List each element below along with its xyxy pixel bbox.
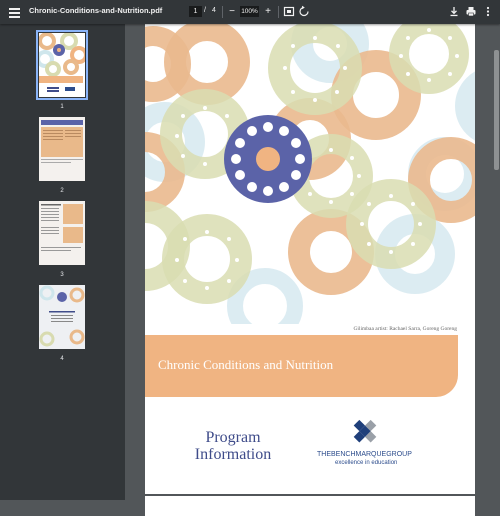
logo-wordmark: THEBENCHMARQUEGROUP — [317, 451, 412, 458]
thumbnail-page-3[interactable]: 3 — [39, 201, 85, 278]
thumbnail-sidebar: 1 2 3 4 — [0, 24, 125, 500]
artist-credit: Gilimbaa artist: Rachael Sarra, Goreng G… — [353, 326, 457, 332]
thumbnail-page-4[interactable]: 4 — [39, 285, 85, 362]
zoom-in-button[interactable]: + — [262, 5, 274, 18]
thumbnail-image — [39, 117, 85, 181]
thumbnail-number: 1 — [60, 104, 64, 110]
pdf-page-1: Gilimbaa artist: Rachael Sarra, Goreng G… — [145, 24, 475, 494]
scrollbar-thumb[interactable] — [494, 50, 499, 170]
print-icon[interactable] — [465, 5, 477, 18]
zoom-out-button[interactable]: − — [226, 5, 238, 18]
page-number-input[interactable]: 1 — [189, 6, 202, 17]
pdf-page-2 — [145, 496, 475, 516]
benchmarque-logo-mark — [353, 419, 377, 443]
rotate-icon[interactable] — [298, 5, 310, 18]
total-pages: 4 — [212, 7, 216, 14]
thumbnail-image — [36, 30, 88, 100]
thumbnail-image — [39, 201, 85, 265]
download-icon[interactable] — [448, 5, 460, 18]
thumbnail-page-1[interactable]: 1 — [36, 30, 88, 110]
thumbnail-number: 2 — [60, 188, 64, 194]
document-title: Chronic-Conditions-and-Nutrition.pdf — [29, 6, 163, 15]
toolbar-divider — [222, 6, 223, 18]
pdf-toolbar: Chronic-Conditions-and-Nutrition.pdf 1 /… — [0, 0, 500, 24]
thumbnail-page-2[interactable]: 2 — [39, 117, 85, 194]
more-options-icon[interactable] — [482, 5, 494, 18]
document-scrollbar[interactable] — [492, 24, 500, 500]
thumbnail-number: 4 — [60, 356, 64, 362]
thumbnail-number: 3 — [60, 272, 64, 278]
page-separator: / — [204, 7, 206, 14]
program-heading-line2: Information — [194, 446, 272, 463]
program-heading-line1: Program — [205, 429, 261, 446]
toolbar-divider — [278, 6, 279, 18]
fit-page-icon[interactable] — [283, 5, 295, 18]
zoom-level-input[interactable]: 100% — [240, 6, 259, 17]
menu-icon[interactable] — [8, 5, 22, 19]
thumbnail-image — [39, 285, 85, 349]
logo-tagline: excellence in education — [335, 460, 398, 466]
cover-artwork — [145, 24, 475, 324]
cover-title: Chronic Conditions and Nutrition — [158, 357, 334, 372]
